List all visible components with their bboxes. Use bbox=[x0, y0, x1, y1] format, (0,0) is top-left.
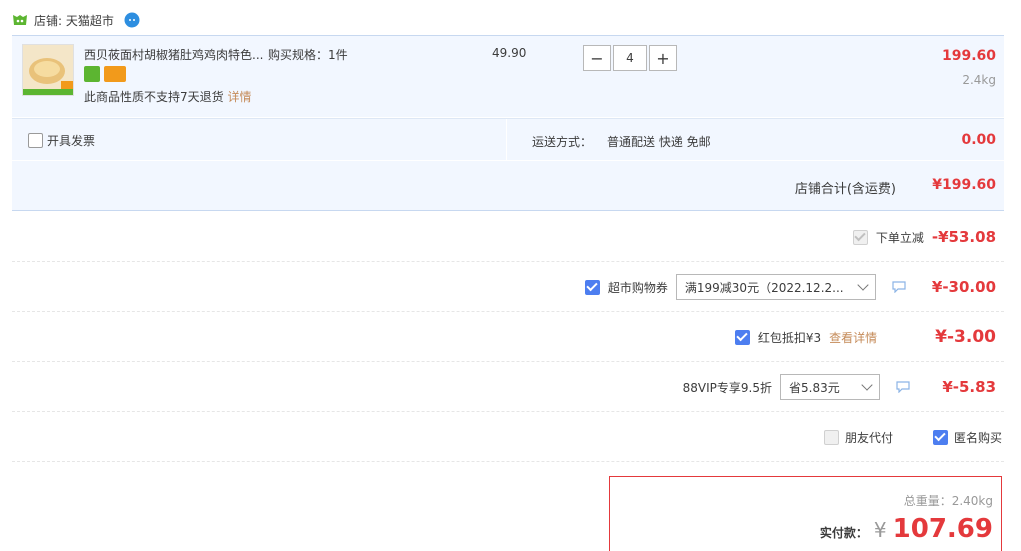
coupon-row: 超市购物券 满199减30元（2022.12.2... ¥-30.00 bbox=[12, 262, 1004, 312]
chevron-down-icon bbox=[861, 379, 873, 391]
proxy-pay-checkbox[interactable] bbox=[823, 429, 839, 445]
item-subtotal: 199.60 bbox=[941, 48, 996, 64]
quantity-input[interactable]: 4 bbox=[613, 45, 647, 71]
coupon-checkbox[interactable] bbox=[584, 279, 600, 295]
instant-discount-row: 下单立减 -¥53.08 bbox=[12, 212, 1004, 262]
shipping-method-value: 普通配送 快递 免邮 bbox=[607, 135, 711, 149]
vip-label: 88VIP专享9.5折 bbox=[682, 380, 772, 395]
invoice-option[interactable]: 开具发票 bbox=[28, 132, 95, 149]
divider bbox=[506, 119, 507, 161]
increase-button[interactable]: + bbox=[649, 45, 677, 71]
anonymous-checkbox[interactable] bbox=[932, 429, 948, 445]
item-weight: 2.4kg bbox=[962, 73, 996, 87]
payment-summary: 总重量：2.40kg 实付款： ¥ 107.69 bbox=[609, 476, 1002, 551]
decrease-button[interactable]: − bbox=[583, 45, 611, 71]
vip-select[interactable]: 省5.83元 bbox=[780, 374, 880, 400]
service-badges bbox=[84, 66, 126, 82]
shipping-fee: 0.00 bbox=[961, 132, 996, 148]
redpacket-amount: ¥-3.00 bbox=[935, 327, 996, 347]
quantity-stepper: − 4 + bbox=[583, 45, 677, 71]
anonymous-label: 匿名购买 bbox=[953, 430, 1002, 445]
options-row: 朋友代付 匿名购买 bbox=[12, 412, 1004, 462]
unit-price: 49.90 bbox=[492, 46, 527, 60]
chevron-down-icon bbox=[857, 279, 869, 291]
return-note-link[interactable]: 详情 bbox=[227, 90, 251, 104]
product-spec: 购买规格：1件 bbox=[268, 48, 348, 62]
proxy-pay-label: 朋友代付 bbox=[844, 430, 893, 445]
shop-name[interactable]: 店铺: 天猫超市 bbox=[34, 12, 114, 29]
instant-discount-label: 下单立减 bbox=[875, 230, 924, 245]
pay-amount-line: 实付款： ¥ 107.69 bbox=[820, 514, 993, 544]
shop-header: 店铺: 天猫超市 bbox=[12, 8, 140, 32]
redpacket-checkbox[interactable] bbox=[734, 329, 750, 345]
pay-label: 实付款： bbox=[819, 526, 868, 540]
pay-amount: 107.69 bbox=[892, 514, 993, 544]
invoice-checkbox[interactable] bbox=[28, 133, 43, 148]
product-image bbox=[23, 45, 73, 95]
shipping-method-label: 运送方式： bbox=[532, 135, 593, 149]
cart-item: 西贝莜面村胡椒猪肚鸡鸡肉特色... 购买规格：1件 此商品性质不支持7天退货 详… bbox=[12, 35, 1004, 117]
return-note: 此商品性质不支持7天退货 详情 bbox=[84, 88, 251, 105]
coupon-select-value: 满199减30元（2022.12.2... bbox=[684, 280, 844, 295]
vip-amount: ¥-5.83 bbox=[942, 378, 996, 396]
currency-symbol: ¥ bbox=[873, 518, 887, 542]
card-badge-icon bbox=[104, 66, 126, 82]
shipping-row: 开具发票 运送方式： 普通配送 快递 免邮 0.00 bbox=[12, 118, 1004, 161]
message-icon[interactable] bbox=[896, 381, 910, 393]
coupon-amount: ¥-30.00 bbox=[931, 278, 996, 296]
redpacket-row: 红包抵扣¥3 查看详情 ¥-3.00 bbox=[12, 312, 1004, 362]
vip-select-value: 省5.83元 bbox=[789, 380, 840, 395]
instant-discount-amount: -¥53.08 bbox=[931, 228, 996, 246]
redpacket-label: 红包抵扣¥3 bbox=[757, 330, 822, 345]
coupon-label: 超市购物券 bbox=[607, 280, 668, 295]
shop-total-value: ¥199.60 bbox=[932, 177, 996, 193]
total-weight: 总重量：2.40kg bbox=[903, 494, 993, 508]
shop-total-label: 店铺合计(含运费) bbox=[794, 182, 896, 197]
message-icon[interactable] bbox=[892, 281, 906, 293]
chat-icon[interactable] bbox=[124, 12, 140, 28]
return-note-text: 此商品性质不支持7天退货 bbox=[84, 90, 224, 104]
instant-discount-checkbox bbox=[852, 229, 868, 245]
shop-icon bbox=[13, 15, 27, 25]
invoice-label: 开具发票 bbox=[47, 134, 96, 148]
vip-row: 88VIP专享9.5折 省5.83元 ¥-5.83 bbox=[12, 362, 1004, 412]
shop-total-row: 店铺合计(含运费) ¥199.60 bbox=[12, 161, 1004, 211]
product-title[interactable]: 西贝莜面村胡椒猪肚鸡鸡肉特色... bbox=[84, 46, 263, 63]
redpacket-details-link[interactable]: 查看详情 bbox=[829, 329, 877, 346]
product-thumbnail[interactable] bbox=[22, 44, 74, 96]
tmall-badge-icon bbox=[84, 66, 100, 82]
coupon-select[interactable]: 满199减30元（2022.12.2... bbox=[675, 274, 876, 300]
